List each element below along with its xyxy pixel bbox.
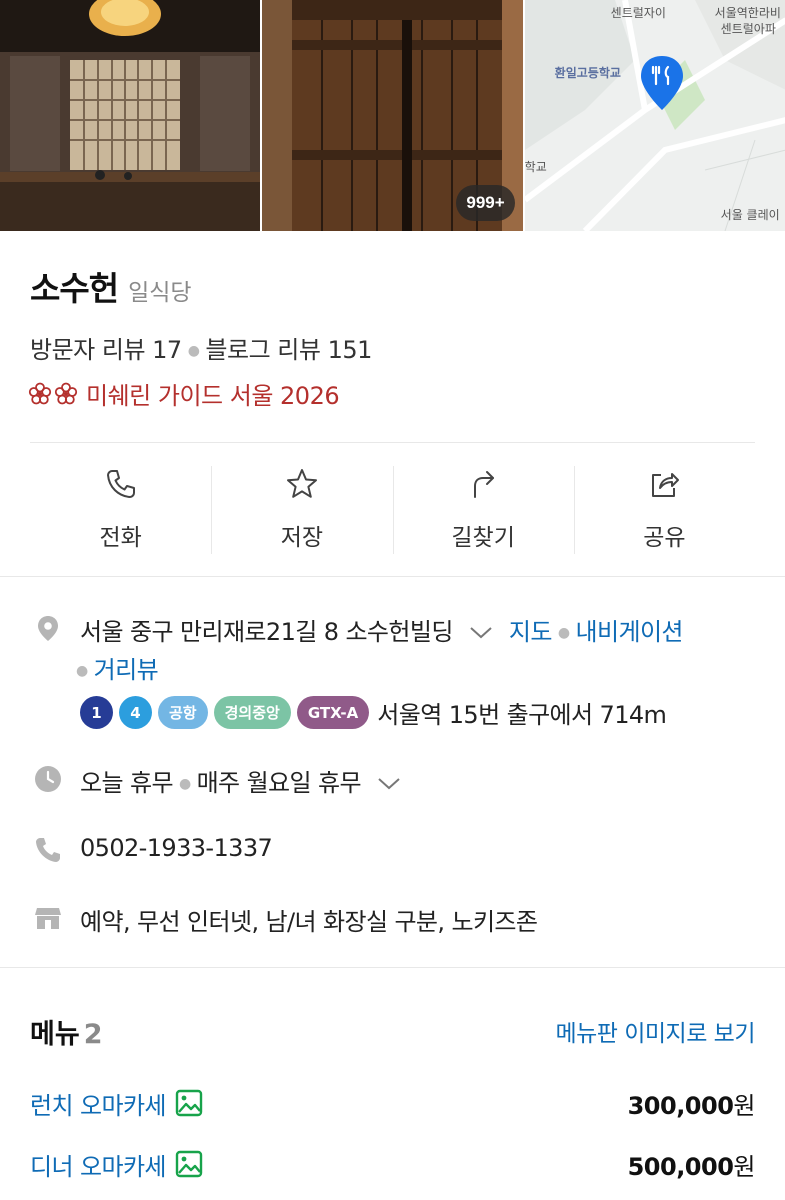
menu-title: 메뉴 [30, 1019, 80, 1050]
street-view-link[interactable]: 거리뷰 [94, 656, 159, 684]
divider [0, 967, 785, 968]
separator-dot: ● [557, 625, 570, 641]
subway-info: 1 4 공항 경의중앙 GTX-A 서울역 15번 출구에서 714m [80, 695, 667, 730]
action-bar: 전화 저장 길찾기 공유 [30, 466, 755, 556]
image-icon[interactable] [174, 1149, 204, 1179]
image-icon[interactable] [174, 1088, 204, 1118]
separator-dot: ● [178, 776, 191, 792]
menu-price-unit: 원 [733, 1091, 755, 1120]
subway-line-badge: 경의중앙 [213, 696, 291, 729]
menu-price-unit: 원 [733, 1152, 755, 1181]
michelin-flower-icon [28, 382, 52, 404]
call-label: 전화 [99, 525, 142, 551]
directions-button[interactable]: 길찾기 [392, 466, 574, 556]
menu-item[interactable]: 런치 오마카세 300,000원 [30, 1083, 755, 1123]
clock-icon [35, 766, 61, 792]
save-button[interactable]: 저장 [211, 466, 392, 556]
review-summary: 방문자 리뷰 17 ● 블로그 리뷰 151 [30, 330, 372, 365]
map-label: 서울 클레이 [720, 208, 780, 222]
share-button[interactable]: 공유 [573, 466, 755, 556]
menu-section-title: 메뉴 2 [30, 1012, 102, 1051]
map-thumbnail[interactable]: 센트럴자이 서울역한라비 센트럴아파 환일고등학교 학교 서울 클레이 [524, 0, 785, 231]
menu-item-price: 300,000원 [627, 1086, 756, 1121]
navigation-link[interactable]: 내비게이션 [576, 618, 684, 646]
map-label: 센트럴자이 [610, 6, 666, 20]
subway-line-badge: GTX-A [296, 696, 370, 729]
menu-item-price: 500,000원 [627, 1147, 756, 1182]
photo-strip: 999+ 센트럴자이 서울역한라비 센트럴아파 환일고등학교 학교 서울 클레이 [0, 0, 785, 231]
call-button[interactable]: 전화 [30, 466, 211, 556]
blog-reviews-link[interactable]: 블로그 리뷰 151 [205, 336, 372, 364]
map-label: 센트럴아파 [720, 22, 776, 36]
hours-detail: 매주 월요일 휴무 [196, 769, 362, 797]
store-icon [35, 908, 61, 929]
place-name: 소수헌 [30, 269, 119, 308]
save-label: 저장 [280, 525, 324, 551]
menu-item-name-wrap: 런치 오마카세 [30, 1086, 204, 1121]
map-label: 서울역한라비 [714, 6, 781, 20]
address-text: 서울 중구 만리재로21길 8 소수헌빌딩 [80, 618, 453, 646]
map-label: 환일고등학교 [554, 66, 621, 80]
chevron-down-icon[interactable] [376, 776, 402, 792]
michelin-label: 미쉐린 가이드 서울 2026 [86, 382, 340, 410]
interior-photo-image [0, 0, 261, 231]
phone-number[interactable]: 0502-1933-1337 [80, 834, 273, 862]
menu-item[interactable]: 디너 오마카세 500,000원 [30, 1144, 755, 1184]
star-icon [286, 469, 317, 498]
share-icon [652, 473, 680, 497]
phone-small-icon [36, 838, 60, 862]
directions-icon [474, 471, 495, 498]
photo-door[interactable]: 999+ [262, 0, 523, 231]
menu-price-value: 300,000 [627, 1091, 734, 1120]
menu-price-value: 500,000 [627, 1152, 734, 1181]
subway-line-badge: 1 [80, 696, 113, 729]
separator-dot: ● [187, 343, 200, 359]
share-label: 공유 [643, 525, 686, 551]
menu-item-name: 디너 오마카세 [30, 1152, 167, 1181]
menu-item-name-wrap: 디너 오마카세 [30, 1147, 204, 1182]
subway-walk-distance: 서울역 15번 출구에서 714m [377, 701, 667, 729]
address-row: 서울 중구 만리재로21길 8 소수헌빌딩 지도 ● 내비게이션 [80, 612, 684, 647]
menu-item-name: 런치 오마카세 [30, 1091, 167, 1120]
menu-count: 2 [83, 1019, 103, 1050]
visitor-reviews-link[interactable]: 방문자 리뷰 17 [30, 336, 182, 364]
map-link[interactable]: 지도 [509, 618, 553, 646]
divider [0, 576, 785, 577]
location-pin-icon [38, 616, 58, 641]
subway-line-badge: 4 [119, 696, 152, 729]
michelin-guide-badge[interactable]: 미쉐린 가이드 서울 2026 [28, 376, 340, 411]
directions-label: 길찾기 [451, 525, 515, 551]
subway-line-badge: 공항 [158, 696, 208, 729]
map-pin-icon [640, 56, 683, 110]
amenities-text: 예약, 무선 인터넷, 남/녀 화장실 구분, 노키즈존 [80, 908, 538, 936]
michelin-flower-icon [54, 382, 78, 404]
photo-count-badge[interactable]: 999+ [456, 185, 515, 221]
hours-today: 오늘 휴무 [80, 769, 174, 797]
place-category: 일식당 [128, 280, 192, 306]
chevron-down-icon[interactable] [468, 625, 494, 641]
hours-row[interactable]: 오늘 휴무 ● 매주 월요일 휴무 [80, 763, 402, 798]
photo-interior[interactable] [0, 0, 261, 231]
address-row-cont: ● 거리뷰 [76, 650, 159, 685]
separator-dot: ● [76, 663, 88, 679]
map-label: 학교 [524, 160, 547, 174]
divider [30, 442, 755, 443]
menu-image-link[interactable]: 메뉴판 이미지로 보기 [555, 1014, 755, 1048]
place-title-row: 소수헌 일식당 [30, 262, 192, 310]
phone-icon [106, 470, 135, 498]
